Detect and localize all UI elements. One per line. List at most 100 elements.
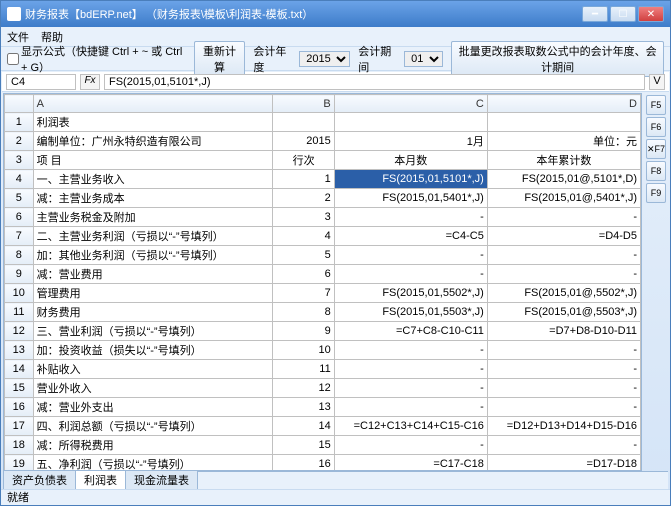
formula-input[interactable]: FS(2015,01,5101*,J) — [104, 74, 645, 90]
cell[interactable]: 加：投资收益（损失以“-”号填列） — [33, 341, 273, 360]
row-number[interactable]: 16 — [5, 398, 34, 417]
row-number[interactable]: 11 — [5, 303, 34, 322]
cell[interactable]: - — [334, 208, 487, 227]
row-number[interactable]: 18 — [5, 436, 34, 455]
cell[interactable]: =C17-C18 — [334, 455, 487, 472]
cell[interactable]: FS(2015,01@,5101*,D) — [487, 170, 640, 189]
maximize-button[interactable]: ☐ — [610, 6, 636, 22]
cell[interactable] — [273, 113, 334, 132]
cell[interactable]: FS(2015,01@,5502*,J) — [487, 284, 640, 303]
row-number[interactable]: 9 — [5, 265, 34, 284]
cell[interactable]: 编制单位：广州永特织造有限公司 — [33, 132, 273, 151]
row-number[interactable]: 2 — [5, 132, 34, 151]
row-number[interactable]: 13 — [5, 341, 34, 360]
row-number[interactable]: 14 — [5, 360, 34, 379]
side-button-F5[interactable]: F5 — [646, 95, 666, 115]
cell[interactable]: - — [487, 398, 640, 417]
cell[interactable]: 减：所得税费用 — [33, 436, 273, 455]
row-number[interactable]: 19 — [5, 455, 34, 472]
col-header-A[interactable]: A — [33, 95, 273, 113]
cell[interactable]: FS(2015,01@,5503*,J) — [487, 303, 640, 322]
row-number[interactable]: 17 — [5, 417, 34, 436]
sheet-tab[interactable]: 利润表 — [75, 470, 126, 489]
cell[interactable]: 2015 — [273, 132, 334, 151]
cell[interactable]: =D12+D13+D14+D15-D16 — [487, 417, 640, 436]
cell[interactable]: 主营业务税金及附加 — [33, 208, 273, 227]
cell[interactable]: 营业外收入 — [33, 379, 273, 398]
cell[interactable]: - — [334, 398, 487, 417]
cell[interactable]: - — [487, 436, 640, 455]
cell[interactable]: 行次 — [273, 151, 334, 170]
expand-button[interactable]: V — [649, 74, 665, 90]
cell[interactable]: - — [487, 246, 640, 265]
cell[interactable]: 5 — [273, 246, 334, 265]
cell[interactable]: 4 — [273, 227, 334, 246]
cell[interactable]: 9 — [273, 322, 334, 341]
row-number[interactable]: 5 — [5, 189, 34, 208]
cell[interactable]: - — [334, 246, 487, 265]
row-number[interactable]: 4 — [5, 170, 34, 189]
cell[interactable]: - — [487, 341, 640, 360]
cell[interactable]: - — [334, 360, 487, 379]
cell[interactable]: 10 — [273, 341, 334, 360]
minimize-button[interactable]: ━ — [582, 6, 608, 22]
cell[interactable]: 四、利润总额（亏损以“-”号填列） — [33, 417, 273, 436]
cell[interactable]: =C4-C5 — [334, 227, 487, 246]
cell[interactable]: 利润表 — [33, 113, 273, 132]
sheet-tab[interactable]: 现金流量表 — [125, 470, 198, 489]
cell[interactable]: 财务费用 — [33, 303, 273, 322]
col-header-D[interactable]: D — [487, 95, 640, 113]
fiscal-period-select[interactable]: 01 — [404, 51, 443, 67]
row-number[interactable]: 3 — [5, 151, 34, 170]
cell[interactable]: 减：营业外支出 — [33, 398, 273, 417]
cell[interactable]: 一、主营业务收入 — [33, 170, 273, 189]
cell[interactable]: - — [487, 360, 640, 379]
cell[interactable]: 7 — [273, 284, 334, 303]
side-button-F9[interactable]: F9 — [646, 183, 666, 203]
cell[interactable]: 减：主营业务成本 — [33, 189, 273, 208]
cell[interactable]: =D7+D8-D10-D11 — [487, 322, 640, 341]
cell[interactable]: =D4-D5 — [487, 227, 640, 246]
cell[interactable]: =C7+C8-C10-C11 — [334, 322, 487, 341]
cell[interactable]: 减：营业费用 — [33, 265, 273, 284]
close-button[interactable]: ✕ — [638, 6, 664, 22]
cell[interactable]: - — [487, 379, 640, 398]
cell[interactable]: 6 — [273, 265, 334, 284]
cell[interactable]: 14 — [273, 417, 334, 436]
side-button-F6[interactable]: F6 — [646, 117, 666, 137]
cell[interactable]: =D17-D18 — [487, 455, 640, 472]
cell[interactable]: 单位：元 — [487, 132, 640, 151]
cell[interactable]: 1 — [273, 170, 334, 189]
sheet-tab[interactable]: 资产负债表 — [3, 470, 76, 489]
cell[interactable]: 本年累计数 — [487, 151, 640, 170]
show-formula-toggle[interactable]: 显示公式（快捷键 Ctrl + ~ 或 Ctrl + G） — [7, 43, 186, 75]
col-header-C[interactable]: C — [334, 95, 487, 113]
row-number[interactable]: 1 — [5, 113, 34, 132]
cell[interactable]: 11 — [273, 360, 334, 379]
cell[interactable] — [487, 113, 640, 132]
row-number[interactable]: 15 — [5, 379, 34, 398]
row-number[interactable]: 10 — [5, 284, 34, 303]
spreadsheet[interactable]: ABCD 1利润表2编制单位：广州永特织造有限公司20151月单位：元3项 目行… — [3, 93, 642, 471]
cell[interactable]: 16 — [273, 455, 334, 472]
cell-reference[interactable]: C4 — [6, 74, 76, 90]
cell[interactable]: 3 — [273, 208, 334, 227]
col-header-row[interactable] — [5, 95, 34, 113]
titlebar[interactable]: 财务报表【bdERP.net】 （财务报表\模板\利润表-模板.txt） ━ ☐… — [1, 1, 670, 27]
cell[interactable]: 项 目 — [33, 151, 273, 170]
cell[interactable] — [334, 113, 487, 132]
cell[interactable]: 补贴收入 — [33, 360, 273, 379]
cell[interactable]: 五、净利润（亏损以“-”号填列） — [33, 455, 273, 472]
cell[interactable]: 加：其他业务利润（亏损以“-”号填列） — [33, 246, 273, 265]
cell[interactable]: - — [334, 265, 487, 284]
row-number[interactable]: 7 — [5, 227, 34, 246]
fiscal-year-select[interactable]: 2015 — [299, 51, 350, 67]
cell[interactable]: 13 — [273, 398, 334, 417]
row-number[interactable]: 12 — [5, 322, 34, 341]
show-formula-checkbox[interactable] — [7, 53, 19, 65]
cell[interactable]: - — [487, 265, 640, 284]
cell[interactable]: 三、营业利润（亏损以“-”号填列） — [33, 322, 273, 341]
cell[interactable]: 2 — [273, 189, 334, 208]
cell[interactable]: 1月 — [334, 132, 487, 151]
cell[interactable]: 8 — [273, 303, 334, 322]
